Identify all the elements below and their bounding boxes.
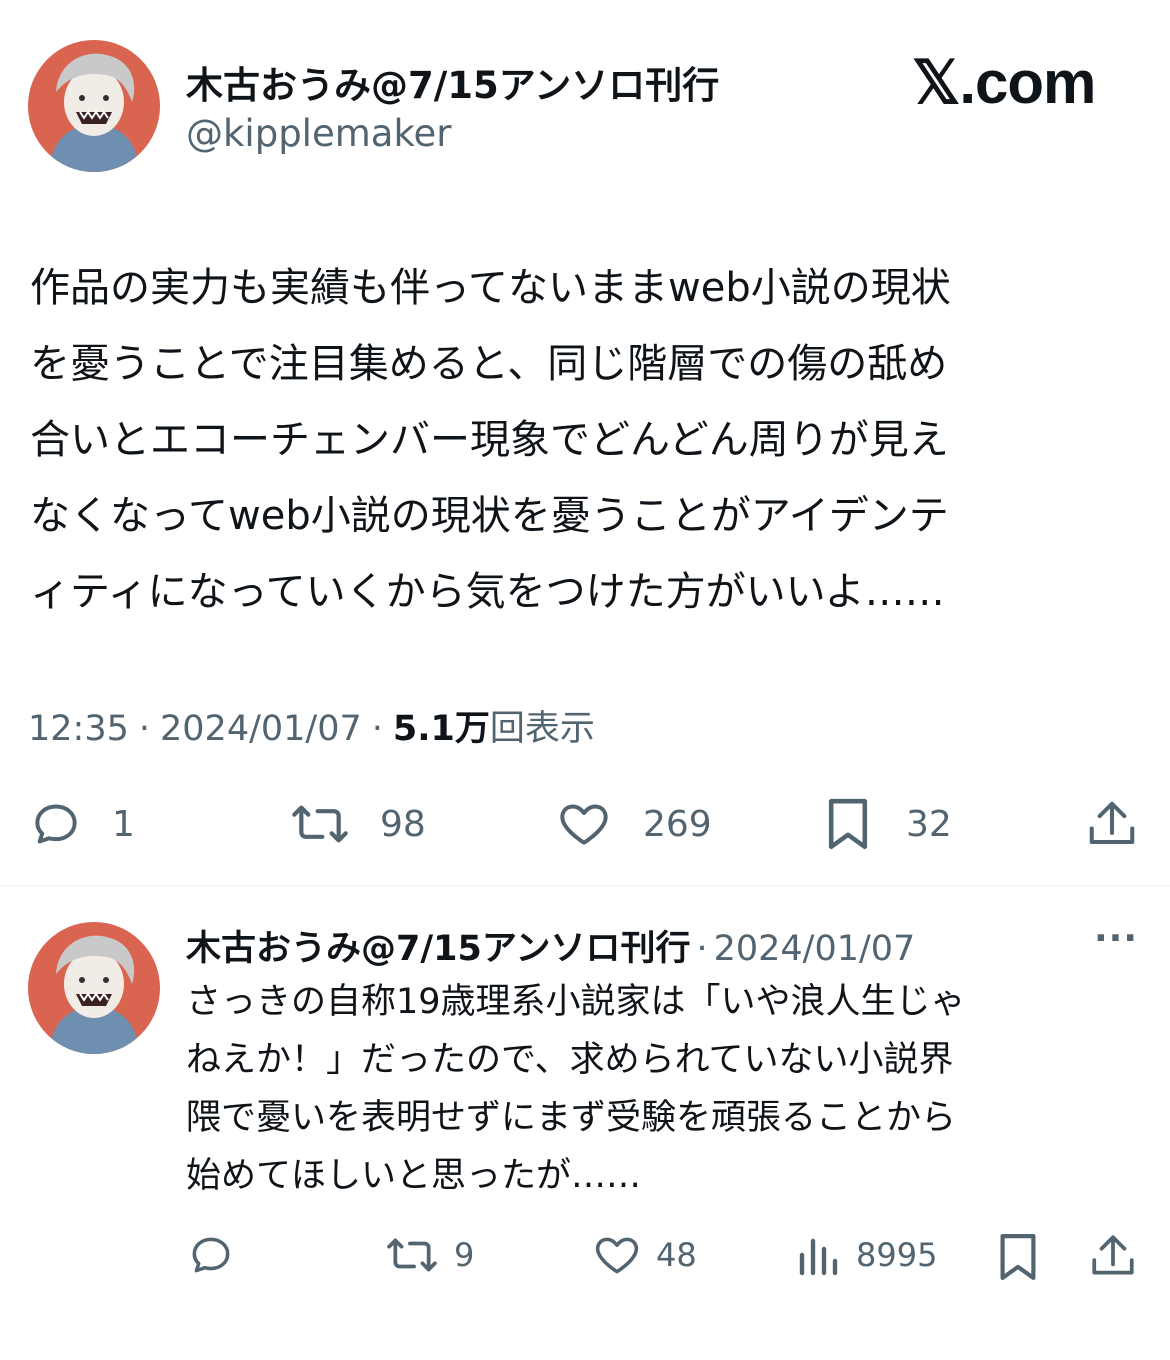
reply-text-line: さっきの自称19歳理系小説家は「いや浪人生じゃ (186, 982, 966, 1022)
like-count: 269 (643, 803, 712, 845)
reply-like-count: 48 (656, 1236, 697, 1274)
reply-header: 木古おうみ@7/15アンソロ刊行 · 2024/01/07 (186, 920, 915, 971)
reply-icon (186, 1230, 236, 1280)
more-options-icon[interactable]: ··· (1094, 918, 1138, 959)
reply-retweet-button[interactable]: 9 (384, 1230, 474, 1280)
author-avatar[interactable] (28, 40, 160, 172)
reply-views-button[interactable]: 8995 (796, 1230, 937, 1280)
bookmark-icon (996, 1230, 1040, 1284)
reply-date[interactable]: 2024/01/07 (714, 929, 916, 969)
analytics-icon (796, 1230, 840, 1280)
author-handle[interactable]: @kipplemaker (186, 112, 452, 155)
bookmark-button[interactable]: 32 (824, 795, 952, 853)
heart-icon (592, 1230, 642, 1280)
retweet-button[interactable]: 98 (288, 795, 426, 853)
bookmark-icon (824, 795, 872, 853)
meta-separator: · (696, 929, 708, 969)
reply-button[interactable]: 1 (28, 795, 135, 853)
tweet-date[interactable]: 2024/01/07 (160, 709, 362, 749)
reply-text-line: 隈で憂いを表明せずにまず受験を頑張ることから (186, 1098, 957, 1138)
meta-separator: · (371, 709, 383, 749)
tweet-text-line: 作品の実力も実績も伴ってないままweb小説の現状 (30, 265, 951, 311)
reply-bookmark-button[interactable] (996, 1230, 1040, 1284)
views-count[interactable]: 5.1万 (393, 700, 490, 751)
tweet-meta: 12:35 · 2024/01/07 · 5.1万 回表示 (28, 700, 595, 751)
reply-like-button[interactable]: 48 (592, 1230, 697, 1280)
heart-icon (555, 796, 613, 852)
x-logo: 𝕏.com (912, 49, 1096, 116)
reply-count: 1 (112, 803, 135, 845)
share-button[interactable] (1085, 795, 1139, 853)
reply-reply-button[interactable] (186, 1230, 236, 1280)
reply-text-line: ねえか！」だったので、求められていない小説界 (186, 1040, 954, 1080)
reply-retweet-count: 9 (454, 1236, 475, 1274)
reply-views-count: 8995 (856, 1236, 938, 1274)
share-icon (1085, 796, 1139, 852)
reply-author-avatar[interactable] (28, 922, 160, 1054)
views-label: 回表示 (489, 709, 595, 749)
reply-text-line: 始めてほしいと思ったが…… (186, 1156, 642, 1196)
share-icon (1088, 1230, 1138, 1282)
tweet-text-line: 合いとエコーチェンバー現象でどんどん周りが見え (30, 417, 949, 463)
tweet-text-line: を憂うことで注目集めると、同じ階層での傷の舐め (30, 341, 948, 387)
retweet-count: 98 (380, 803, 426, 845)
bookmark-count: 32 (906, 803, 952, 845)
reply-share-button[interactable] (1088, 1230, 1138, 1282)
meta-separator: · (138, 709, 151, 749)
tweet-text-line: ィティになっていくから気をつけた方がいいよ…… (30, 569, 945, 615)
tweet-text-line: なくなってweb小説の現状を憂うことがアイデンテ (30, 493, 949, 539)
retweet-icon (384, 1230, 440, 1280)
reply-text: さっきの自称19歳理系小説家は「いや浪人生じゃ ねえか！」だったので、求められて… (186, 973, 1146, 1205)
reply-icon (28, 796, 84, 852)
retweet-icon (288, 796, 352, 852)
reply-author-name[interactable]: 木古おうみ@7/15アンソロ刊行 (186, 920, 690, 971)
tweet-time[interactable]: 12:35 (28, 709, 129, 749)
author-name[interactable]: 木古おうみ@7/15アンソロ刊行 (186, 55, 719, 109)
tweet-text: 作品の実力も実績も伴ってないままweb小説の現状 を憂うことで注目集めると、同じ… (30, 250, 1150, 630)
divider (0, 885, 1170, 886)
like-button[interactable]: 269 (555, 795, 712, 853)
